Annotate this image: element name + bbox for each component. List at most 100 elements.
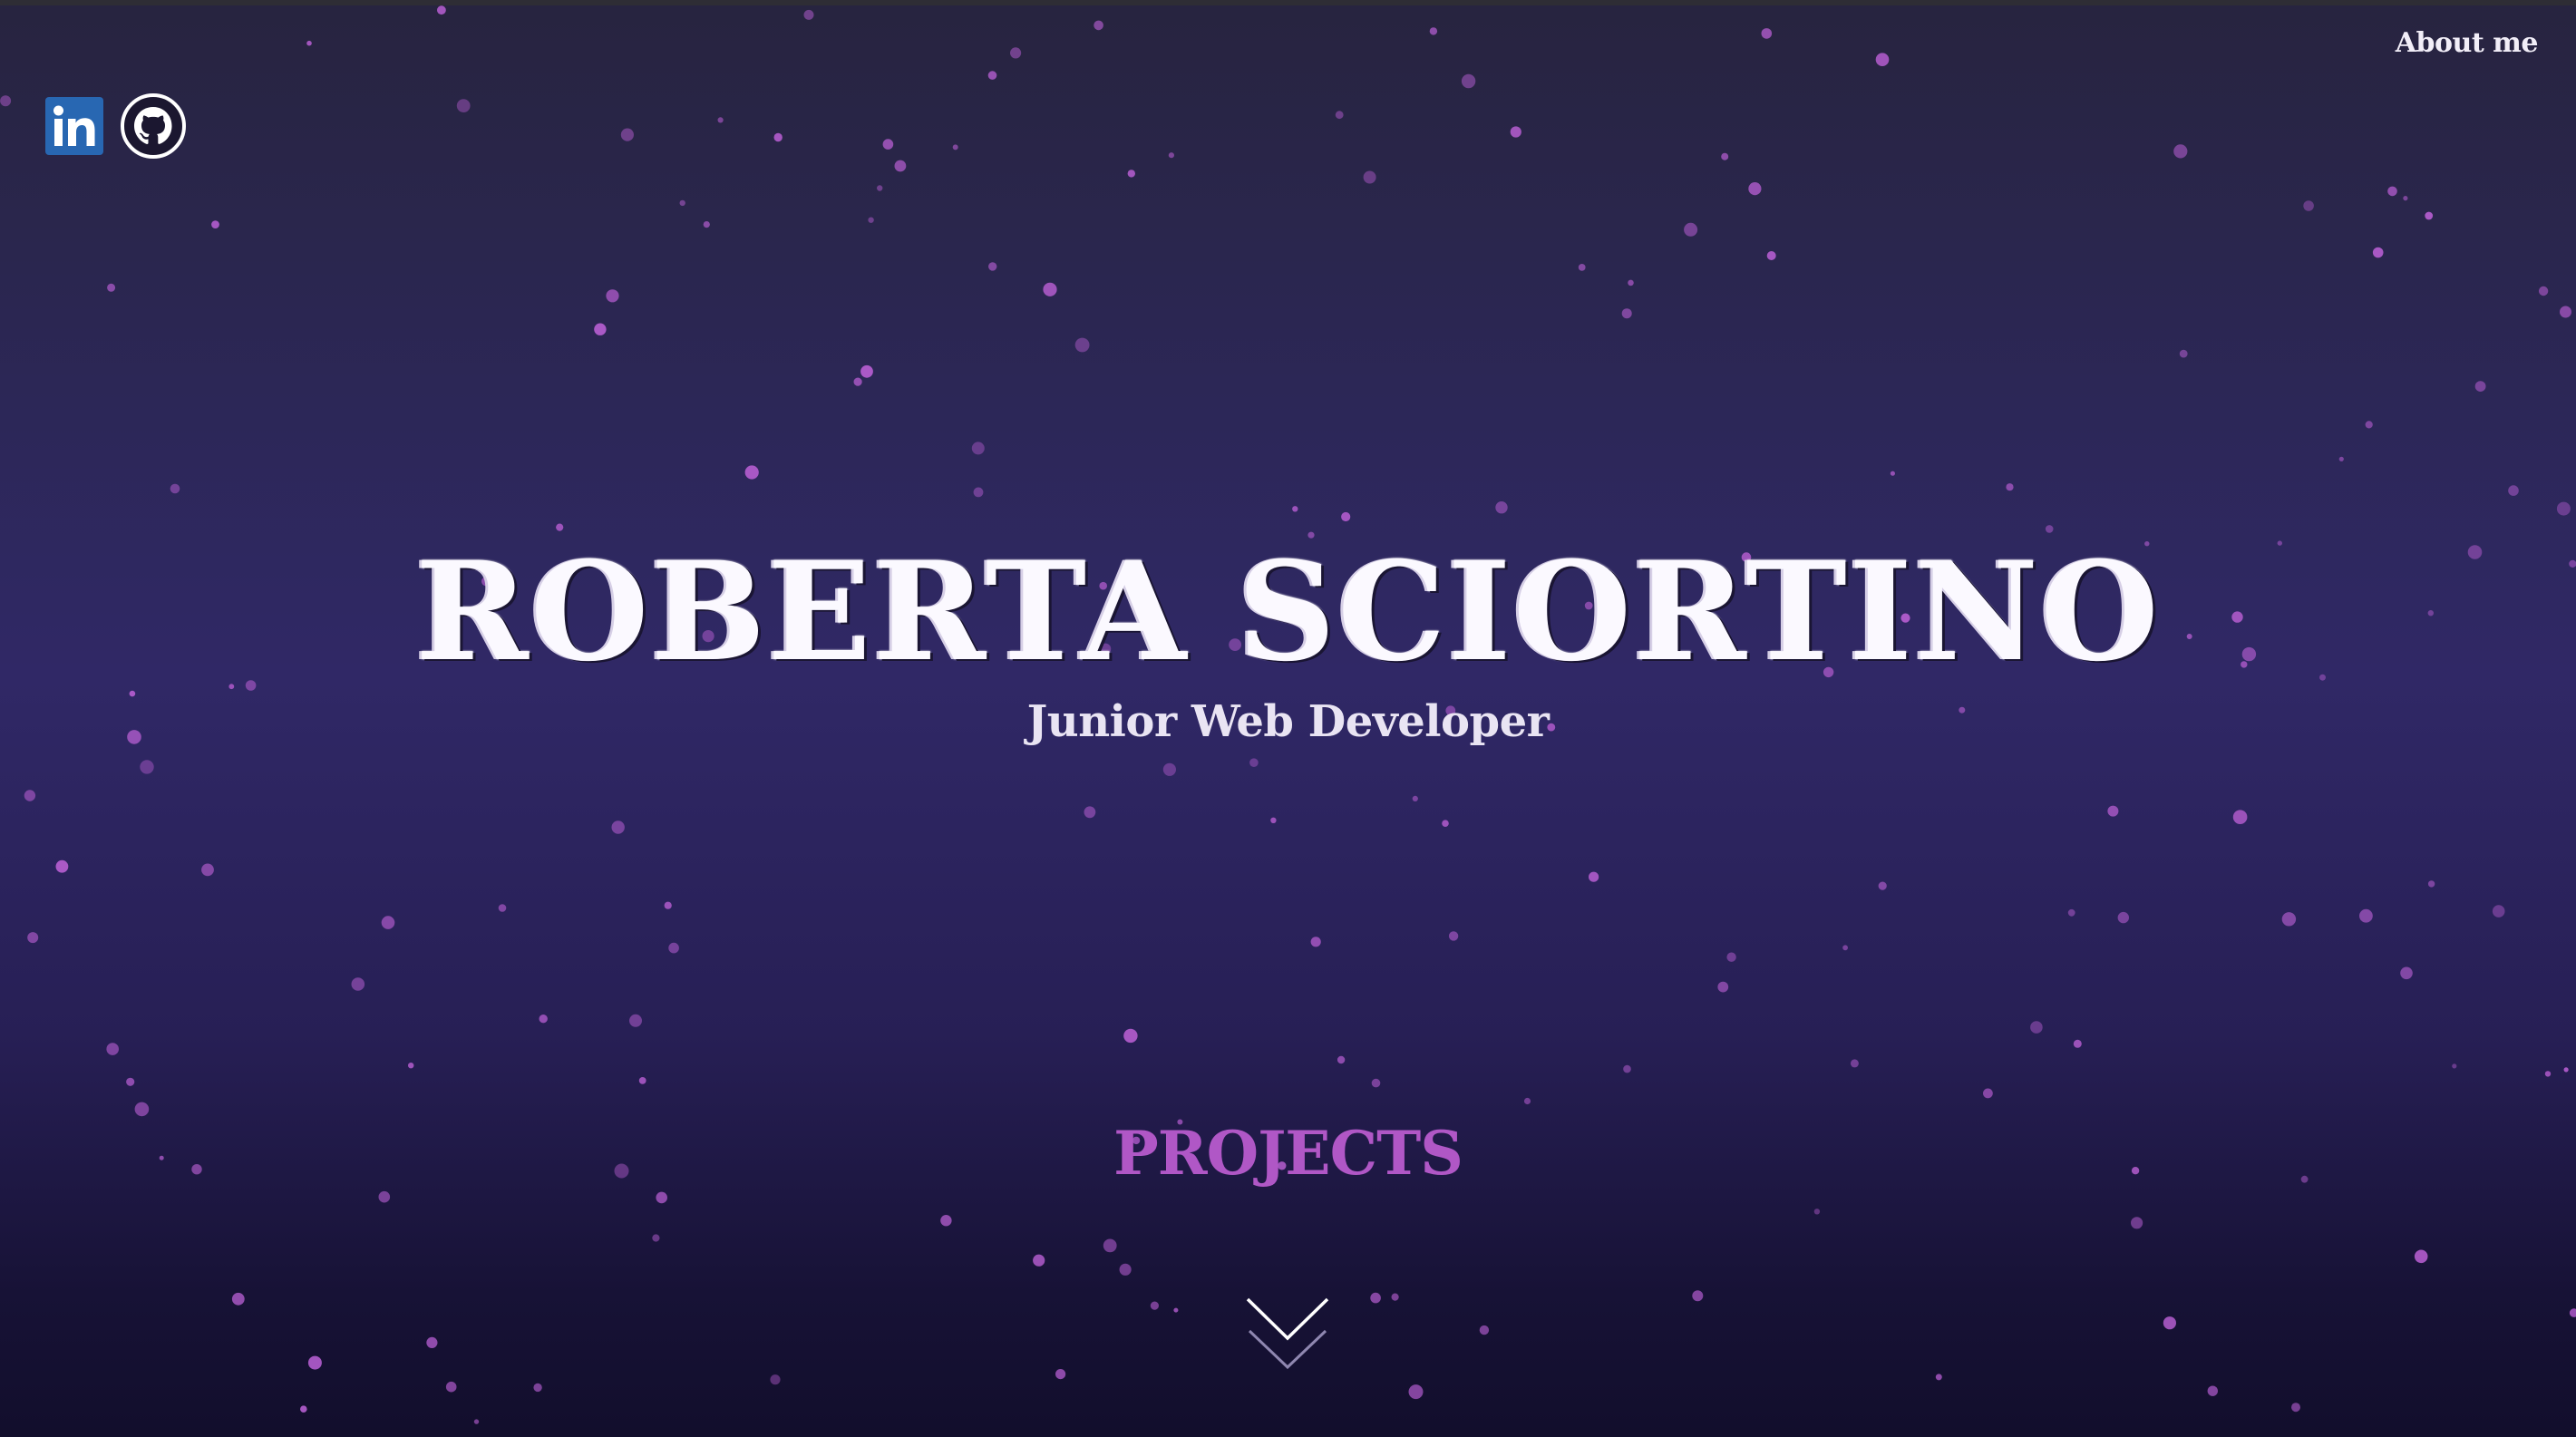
star-particle	[1761, 28, 1773, 39]
star-particle	[1370, 1292, 1381, 1304]
star-particle	[2365, 421, 2373, 429]
star-particle	[1249, 758, 1259, 767]
star-particle	[620, 128, 635, 141]
star-particle	[2425, 211, 2434, 220]
star-particle	[211, 220, 219, 229]
star-particle	[456, 99, 471, 112]
star-particle	[2117, 911, 2129, 924]
star-particle	[2291, 1403, 2300, 1413]
star-particle	[2400, 966, 2413, 980]
star-particle	[2372, 247, 2384, 258]
chevron-down-icon[interactable]	[1244, 1295, 1331, 1373]
star-particle	[877, 185, 883, 191]
star-particle	[55, 859, 69, 873]
star-particle	[1033, 1254, 1045, 1267]
star-particle	[1850, 1059, 1859, 1068]
star-particle	[940, 1215, 952, 1227]
star-particle	[656, 1191, 667, 1204]
projects-link[interactable]: PROJECTS	[0, 1118, 2576, 1189]
star-particle	[1726, 952, 1736, 962]
star-particle	[351, 977, 365, 991]
star-particle	[668, 942, 679, 954]
github-link[interactable]	[120, 92, 187, 163]
star-particle	[2359, 908, 2373, 923]
star-particle	[533, 1383, 542, 1393]
star-particle	[378, 1190, 391, 1203]
star-particle	[1510, 126, 1521, 138]
star-particle	[2131, 1217, 2143, 1229]
star-particle	[2030, 1021, 2043, 1034]
star-particle	[1270, 817, 1277, 823]
star-particle	[170, 483, 180, 494]
star-particle	[1150, 1301, 1159, 1310]
star-particle	[1461, 73, 1476, 89]
star-particle	[1010, 47, 1022, 59]
star-particle	[24, 790, 36, 801]
star-particle	[1717, 981, 1729, 993]
star-particle	[2067, 908, 2075, 917]
star-particle	[2006, 483, 2014, 491]
star-particle	[2538, 286, 2549, 296]
linkedin-icon	[45, 97, 103, 155]
star-particle	[498, 904, 507, 912]
star-particle	[306, 40, 312, 46]
star-particle	[1479, 1325, 1490, 1335]
star-particle	[2303, 200, 2314, 211]
star-particle	[2544, 1071, 2552, 1077]
star-particle	[2179, 349, 2188, 358]
star-particle	[1103, 1238, 1117, 1253]
star-particle	[1055, 1369, 1066, 1380]
star-particle	[1721, 152, 1729, 160]
star-particle	[1813, 1209, 1821, 1215]
star-particle	[744, 465, 759, 480]
star-particle	[1162, 762, 1176, 776]
linkedin-link[interactable]	[45, 97, 103, 159]
about-me-link[interactable]: About me	[2396, 27, 2539, 59]
star-particle	[2207, 1385, 2218, 1396]
star-particle	[1412, 795, 1418, 802]
star-particle	[2387, 186, 2397, 197]
star-particle	[2492, 905, 2505, 918]
star-particle	[973, 487, 984, 498]
star-particle	[1074, 337, 1090, 353]
star-particle	[556, 523, 564, 531]
star-particle	[1043, 282, 1057, 296]
star-particle	[2073, 1039, 2082, 1048]
star-particle	[1448, 931, 1459, 941]
star-particle	[134, 1102, 150, 1117]
star-particle	[1578, 264, 1586, 271]
star-particle	[2107, 805, 2119, 817]
star-particle	[1173, 1307, 1179, 1313]
star-particle	[952, 144, 958, 150]
star-particle	[853, 377, 862, 386]
star-particle	[2338, 456, 2344, 461]
star-particle	[773, 132, 783, 142]
star-particle	[201, 863, 214, 877]
page-title: ROBERTA SCIORTINO	[415, 532, 2161, 692]
star-particle	[1292, 506, 1298, 512]
star-particle	[1621, 308, 1632, 319]
star-particle	[679, 199, 685, 207]
star-particle	[1442, 820, 1449, 827]
star-particle	[988, 262, 997, 271]
star-particle	[971, 442, 985, 455]
star-particle	[2560, 306, 2571, 318]
star-particle	[1337, 1055, 1346, 1064]
star-particle	[1094, 20, 1103, 31]
star-particle	[2232, 810, 2248, 824]
star-particle	[1628, 279, 1634, 286]
star-particle	[408, 1063, 414, 1069]
star-particle	[1084, 806, 1096, 819]
star-particle	[1363, 170, 1376, 184]
star-particle	[2556, 501, 2571, 516]
star-particle	[1391, 1293, 1399, 1301]
star-particle	[2569, 1308, 2576, 1317]
star-particle	[770, 1374, 781, 1385]
star-particle	[1692, 1290, 1704, 1302]
star-particle	[987, 71, 997, 80]
star-particle	[611, 820, 625, 834]
star-particle	[1127, 170, 1136, 178]
star-particle	[307, 1355, 322, 1370]
star-particle	[1766, 251, 1776, 260]
star-particle	[1842, 945, 1848, 951]
